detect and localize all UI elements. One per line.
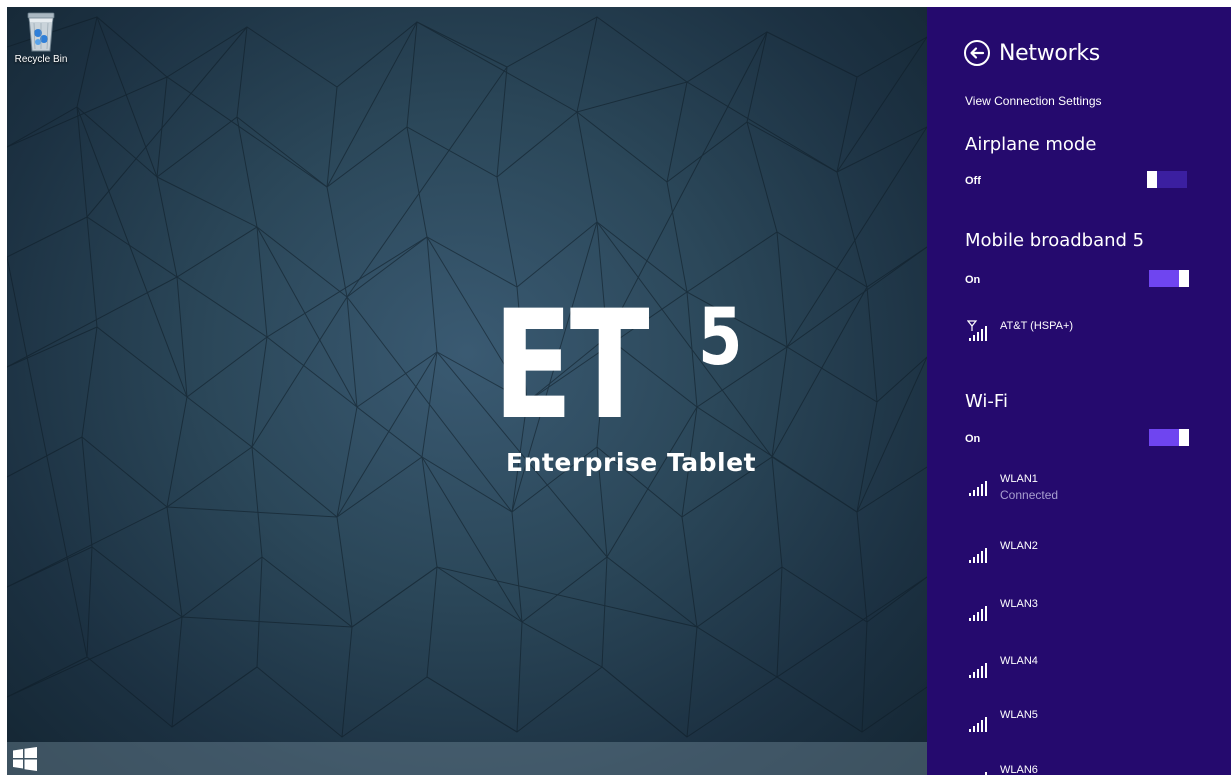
recycle-bin-label: Recycle Bin: [14, 54, 68, 65]
view-connection-settings-link[interactable]: View Connection Settings: [965, 94, 1102, 108]
signal-bars-icon: [985, 772, 987, 775]
signal-bars-icon: [969, 548, 987, 563]
airplane-mode-toggle[interactable]: [1147, 171, 1187, 188]
signal-bars-icon: [969, 717, 987, 732]
mobile-broadband-toggle[interactable]: [1149, 270, 1189, 287]
wifi-network-status: Connected: [1000, 488, 1059, 502]
mobile-carrier-item[interactable]: AT&T (HSPA+): [967, 318, 1217, 358]
wifi-network-name: WLAN4: [1000, 655, 1038, 667]
desktop-wallpaper-mesh: [7, 16, 927, 738]
brand-main-text: ET: [493, 279, 650, 453]
wifi-network-item[interactable]: WLAN2: [967, 540, 1217, 580]
carrier-name: AT&T (HSPA+): [1000, 320, 1074, 332]
airplane-mode-title: Airplane mode: [965, 134, 1097, 155]
toggle-thumb: [1179, 429, 1189, 446]
wifi-network-name: WLAN6: [1000, 764, 1038, 775]
taskbar: [7, 742, 927, 775]
networks-pane: Networks View Connection Settings Airpla…: [927, 7, 1231, 775]
toggle-thumb: [1179, 270, 1189, 287]
airplane-mode-state: Off: [965, 175, 981, 187]
recycle-bin-icon: [27, 12, 55, 52]
wifi-network-item[interactable]: WLAN6: [967, 764, 1217, 775]
wifi-state: On: [965, 433, 981, 445]
signal-bars-icon: [969, 606, 987, 621]
brand-logo: ET 5 Enterprise Tablet: [493, 279, 757, 491]
wifi-network-name: WLAN2: [1000, 540, 1038, 552]
brand-subtitle: Enterprise Tablet: [506, 448, 757, 477]
windows-logo-icon[interactable]: [13, 747, 37, 771]
wifi-network-item[interactable]: WLAN1 Connected: [967, 473, 1217, 513]
wifi-network-name: WLAN5: [1000, 709, 1038, 721]
mobile-broadband-title: Mobile broadband 5: [965, 230, 1145, 251]
wifi-toggle[interactable]: [1149, 429, 1189, 446]
wifi-network-item[interactable]: WLAN3: [967, 598, 1217, 638]
screen: Recycle Bin ET 5 Enterprise Tablet Netwo…: [7, 7, 1231, 775]
desktop: Recycle Bin ET 5 Enterprise Tablet: [7, 7, 927, 775]
pane-title: Networks: [999, 40, 1100, 66]
wifi-network-item[interactable]: WLAN5: [967, 709, 1217, 749]
signal-bars-icon: [969, 481, 987, 496]
wifi-network-name: WLAN1: [1000, 473, 1038, 485]
wifi-title: Wi-Fi: [965, 391, 1008, 412]
pane-header: Networks: [963, 37, 1100, 69]
toggle-thumb: [1147, 171, 1157, 188]
back-arrow-circle-icon[interactable]: [963, 39, 991, 67]
wifi-network-item[interactable]: WLAN4: [967, 655, 1217, 695]
recycle-bin[interactable]: Recycle Bin: [11, 9, 71, 65]
wifi-network-name: WLAN3: [1000, 598, 1038, 610]
signal-bars-icon: [969, 663, 987, 678]
brand-number-text: 5: [698, 293, 743, 383]
mobile-broadband-state: On: [965, 274, 981, 286]
antenna-signal-icon: [967, 320, 987, 341]
